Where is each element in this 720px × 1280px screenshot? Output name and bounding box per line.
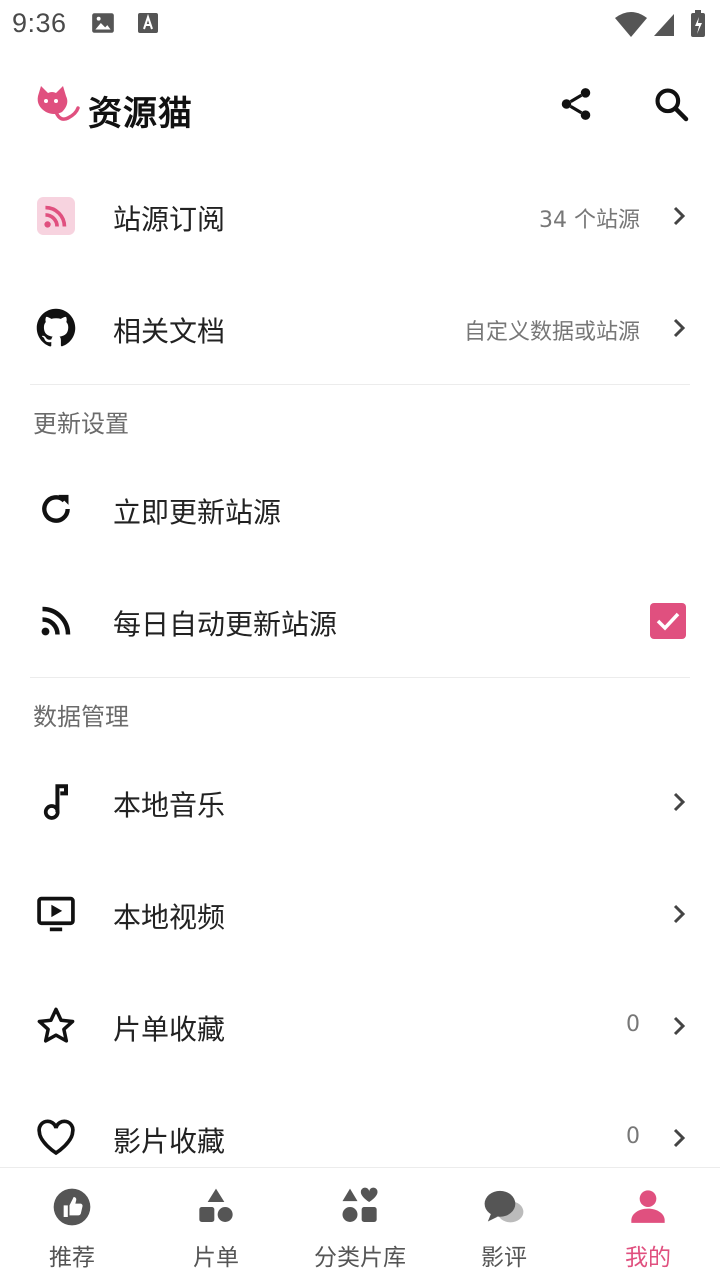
share-button[interactable] bbox=[554, 82, 598, 126]
video-play-icon bbox=[34, 892, 78, 936]
row-label: 站源订阅 bbox=[113, 203, 226, 236]
app-title: 资源猫 bbox=[88, 94, 193, 134]
row-label: 本地视频 bbox=[113, 901, 226, 934]
chat-icon bbox=[483, 1186, 525, 1228]
nav-label: 分类片库 bbox=[314, 1245, 406, 1271]
status-bar: 9:36 bbox=[0, 0, 720, 48]
search-icon bbox=[655, 88, 689, 122]
rss-icon bbox=[34, 194, 78, 238]
nav-item-mine[interactable]: 我的 bbox=[576, 1168, 720, 1280]
search-button[interactable] bbox=[649, 82, 693, 126]
row-value: 0 bbox=[626, 1012, 640, 1037]
row-label: 每日自动更新站源 bbox=[113, 608, 338, 641]
row-local-music[interactable]: 本地音乐 bbox=[0, 746, 720, 858]
row-value: 自定义数据或站源 bbox=[463, 320, 640, 345]
checkmark-icon bbox=[656, 612, 680, 631]
font-notification-icon bbox=[136, 10, 160, 40]
app-bar: 资源猫 bbox=[0, 60, 720, 152]
chevron-right-icon bbox=[668, 900, 692, 928]
row-label: 本地音乐 bbox=[113, 789, 226, 822]
bottom-navigation: 推荐 片单 分类片库 影评 我的 bbox=[0, 1167, 720, 1280]
chevron-right-icon bbox=[668, 788, 692, 816]
nav-label: 我的 bbox=[625, 1245, 671, 1271]
nav-item-recommend[interactable]: 推荐 bbox=[0, 1168, 144, 1280]
row-label: 立即更新站源 bbox=[113, 496, 282, 529]
star-icon bbox=[34, 1004, 78, 1048]
row-label: 影片收藏 bbox=[113, 1125, 226, 1158]
section-update-settings: 更新设置 bbox=[33, 410, 129, 438]
rss-feed-icon bbox=[34, 599, 78, 643]
row-label: 相关文档 bbox=[113, 315, 226, 348]
nav-item-lists[interactable]: 片单 bbox=[144, 1168, 288, 1280]
music-note-icon bbox=[34, 780, 78, 824]
section-data-management: 数据管理 bbox=[33, 703, 129, 731]
divider bbox=[30, 677, 690, 678]
category-icon bbox=[339, 1186, 381, 1228]
battery-charging-icon bbox=[690, 10, 706, 42]
nav-label: 影评 bbox=[481, 1245, 527, 1271]
status-time: 9:36 bbox=[12, 8, 67, 38]
row-list-favorites[interactable]: 片单收藏 0 bbox=[0, 970, 720, 1082]
cell-signal-icon bbox=[652, 10, 676, 42]
chevron-right-icon bbox=[668, 202, 692, 230]
row-label: 片单收藏 bbox=[113, 1013, 226, 1046]
refresh-icon bbox=[34, 487, 78, 531]
row-update-now[interactable]: 立即更新站源 bbox=[0, 453, 720, 565]
row-daily-update[interactable]: 每日自动更新站源 bbox=[0, 565, 720, 677]
row-docs[interactable]: 相关文档 自定义数据或站源 bbox=[0, 272, 720, 384]
divider bbox=[30, 384, 690, 385]
chevron-right-icon bbox=[668, 314, 692, 342]
row-value: 34 个站源 bbox=[539, 208, 640, 233]
nav-label: 推荐 bbox=[49, 1245, 95, 1271]
github-icon bbox=[34, 306, 78, 350]
heart-icon bbox=[34, 1116, 78, 1160]
nav-item-category[interactable]: 分类片库 bbox=[288, 1168, 432, 1280]
chevron-right-icon bbox=[668, 1124, 692, 1152]
image-notification-icon bbox=[90, 10, 116, 40]
cat-logo-icon bbox=[34, 82, 82, 130]
thumb-up-icon bbox=[51, 1186, 93, 1228]
daily-update-checkbox[interactable] bbox=[650, 603, 686, 639]
row-value: 0 bbox=[626, 1124, 640, 1149]
person-icon bbox=[627, 1186, 669, 1228]
chevron-right-icon bbox=[668, 1012, 692, 1040]
row-local-video[interactable]: 本地视频 bbox=[0, 858, 720, 970]
nav-item-reviews[interactable]: 影评 bbox=[432, 1168, 576, 1280]
row-subscriptions[interactable]: 站源订阅 34 个站源 bbox=[0, 160, 720, 272]
nav-label: 片单 bbox=[193, 1245, 239, 1271]
shapes-icon bbox=[195, 1186, 237, 1228]
wifi-icon bbox=[614, 10, 648, 42]
share-icon bbox=[561, 88, 591, 120]
